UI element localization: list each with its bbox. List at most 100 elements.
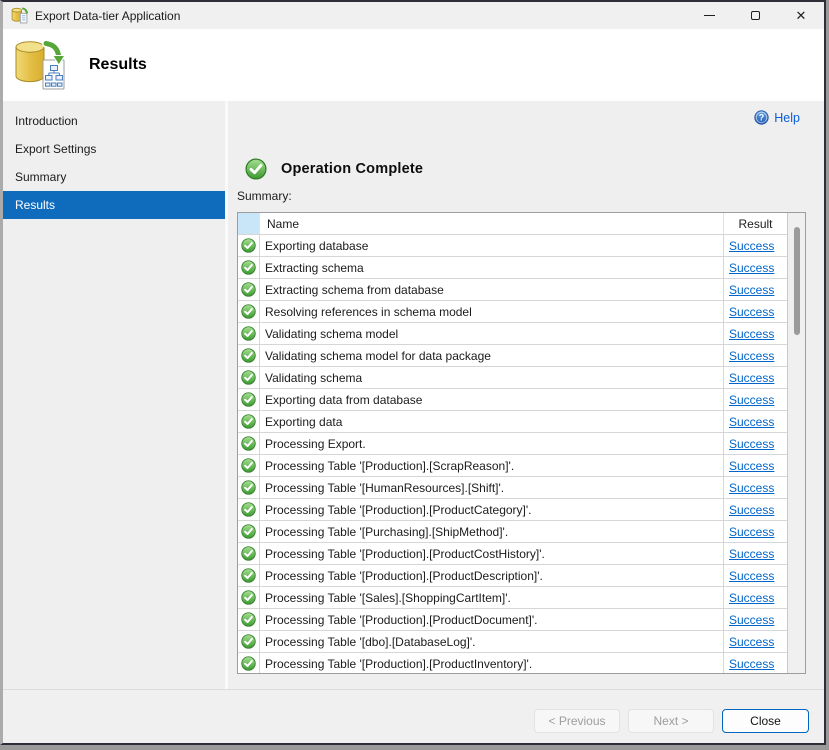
- row-status-cell: [238, 411, 260, 432]
- success-check-icon: [241, 634, 256, 649]
- table-row[interactable]: Exporting data Success: [238, 411, 787, 433]
- table-row[interactable]: Resolving references in schema model Suc…: [238, 301, 787, 323]
- success-link[interactable]: Success: [729, 371, 774, 385]
- row-name: Processing Table '[Purchasing].[ShipMeth…: [260, 521, 724, 542]
- row-status-cell: [238, 521, 260, 542]
- row-name: Processing Table '[dbo].[DatabaseLog]'.: [260, 631, 724, 652]
- success-link[interactable]: Success: [729, 327, 774, 341]
- success-link[interactable]: Success: [729, 393, 774, 407]
- table-row[interactable]: Processing Table '[Production].[ProductI…: [238, 653, 787, 673]
- row-result-cell: Success: [724, 543, 787, 564]
- success-link[interactable]: Success: [729, 525, 774, 539]
- row-result-cell: Success: [724, 455, 787, 476]
- table-row[interactable]: Processing Table '[dbo].[DatabaseLog]'. …: [238, 631, 787, 653]
- success-link[interactable]: Success: [729, 415, 774, 429]
- help-label: Help: [774, 111, 800, 125]
- row-result-cell: Success: [724, 587, 787, 608]
- row-result-cell: Success: [724, 499, 787, 520]
- table-scrollbar-track[interactable]: [787, 213, 805, 673]
- table-row[interactable]: Validating schema Success: [238, 367, 787, 389]
- row-result-cell: Success: [724, 323, 787, 344]
- row-name: Processing Export.: [260, 433, 724, 454]
- table-row[interactable]: Exporting database Success: [238, 235, 787, 257]
- export-data-tier-application-window: Export Data-tier Application ✕: [0, 0, 826, 745]
- success-link[interactable]: Success: [729, 437, 774, 451]
- success-link[interactable]: Success: [729, 569, 774, 583]
- row-name: Processing Table '[Production].[ProductC…: [260, 499, 724, 520]
- close-window-button[interactable]: ✕: [778, 2, 824, 29]
- table-row[interactable]: Extracting schema from database Success: [238, 279, 787, 301]
- screenshot-root: Export Data-tier Application ✕: [0, 0, 829, 750]
- table-row[interactable]: Validating schema model for data package…: [238, 345, 787, 367]
- previous-button[interactable]: < Previous: [534, 709, 620, 733]
- row-status-cell: [238, 587, 260, 608]
- success-link[interactable]: Success: [729, 239, 774, 253]
- sidebar-item-export-settings[interactable]: Export Settings: [3, 135, 225, 163]
- table-row[interactable]: Processing Table '[Production].[ProductD…: [238, 609, 787, 631]
- row-name: Processing Table '[HumanResources].[Shif…: [260, 477, 724, 498]
- table-row[interactable]: Processing Table '[Purchasing].[ShipMeth…: [238, 521, 787, 543]
- row-status-cell: [238, 543, 260, 564]
- success-link[interactable]: Success: [729, 283, 774, 297]
- row-status-cell: [238, 455, 260, 476]
- column-header-name[interactable]: Name: [260, 213, 724, 234]
- row-name: Validating schema model for data package: [260, 345, 724, 366]
- success-check-icon: [241, 326, 256, 341]
- success-check-icon: [241, 282, 256, 297]
- row-result-cell: Success: [724, 411, 787, 432]
- row-status-cell: [238, 609, 260, 630]
- table-header-row: Name Result: [238, 213, 787, 235]
- table-rows: Exporting database Success Extracting sc…: [238, 235, 787, 673]
- table-row[interactable]: Processing Table '[Production].[ProductC…: [238, 499, 787, 521]
- success-link[interactable]: Success: [729, 261, 774, 275]
- maximize-button[interactable]: [732, 2, 778, 29]
- row-name: Validating schema model: [260, 323, 724, 344]
- table-row[interactable]: Processing Table '[Production].[ProductD…: [238, 565, 787, 587]
- table-row[interactable]: Extracting schema Success: [238, 257, 787, 279]
- success-link[interactable]: Success: [729, 591, 774, 605]
- success-link[interactable]: Success: [729, 481, 774, 495]
- row-result-cell: Success: [724, 477, 787, 498]
- row-status-cell: [238, 257, 260, 278]
- table-row[interactable]: Validating schema model Success: [238, 323, 787, 345]
- column-header-result[interactable]: Result: [724, 213, 787, 234]
- success-check-icon: [241, 436, 256, 451]
- success-link[interactable]: Success: [729, 547, 774, 561]
- row-status-cell: [238, 631, 260, 652]
- sidebar-item-introduction[interactable]: Introduction: [3, 107, 225, 135]
- table-row[interactable]: Exporting data from database Success: [238, 389, 787, 411]
- sidebar-item-summary[interactable]: Summary: [3, 163, 225, 191]
- row-name: Processing Table '[Production].[ScrapRea…: [260, 455, 724, 476]
- maximize-icon: [751, 11, 760, 20]
- row-result-cell: Success: [724, 609, 787, 630]
- page-title: Results: [89, 56, 147, 74]
- next-button[interactable]: Next >: [628, 709, 714, 733]
- success-link[interactable]: Success: [729, 635, 774, 649]
- success-link[interactable]: Success: [729, 305, 774, 319]
- success-link[interactable]: Success: [729, 613, 774, 627]
- row-name: Exporting data: [260, 411, 724, 432]
- close-button[interactable]: Close: [722, 709, 809, 733]
- window-title: Export Data-tier Application: [35, 9, 180, 23]
- summary-label: Summary:: [237, 189, 292, 203]
- help-link[interactable]: ? Help: [754, 110, 800, 125]
- sidebar-item-results[interactable]: Results: [3, 191, 225, 219]
- success-link[interactable]: Success: [729, 349, 774, 363]
- table-scrollbar-thumb[interactable]: [794, 227, 800, 335]
- table-row[interactable]: Processing Table '[Sales].[ShoppingCartI…: [238, 587, 787, 609]
- wizard-steps-sidebar: Introduction Export Settings Summary Res…: [3, 101, 225, 689]
- minimize-button[interactable]: [686, 2, 732, 29]
- row-status-cell: [238, 433, 260, 454]
- table-row[interactable]: Processing Table '[HumanResources].[Shif…: [238, 477, 787, 499]
- table-row[interactable]: Processing Table '[Production].[ProductC…: [238, 543, 787, 565]
- table-row[interactable]: Processing Export. Success: [238, 433, 787, 455]
- table-row[interactable]: Processing Table '[Production].[ScrapRea…: [238, 455, 787, 477]
- row-result-cell: Success: [724, 257, 787, 278]
- success-check-icon: [241, 656, 256, 671]
- success-link[interactable]: Success: [729, 459, 774, 473]
- success-link[interactable]: Success: [729, 657, 774, 671]
- success-check-icon: [241, 502, 256, 517]
- success-link[interactable]: Success: [729, 503, 774, 517]
- column-header-status-icon[interactable]: [238, 213, 260, 234]
- success-check-icon: [241, 568, 256, 583]
